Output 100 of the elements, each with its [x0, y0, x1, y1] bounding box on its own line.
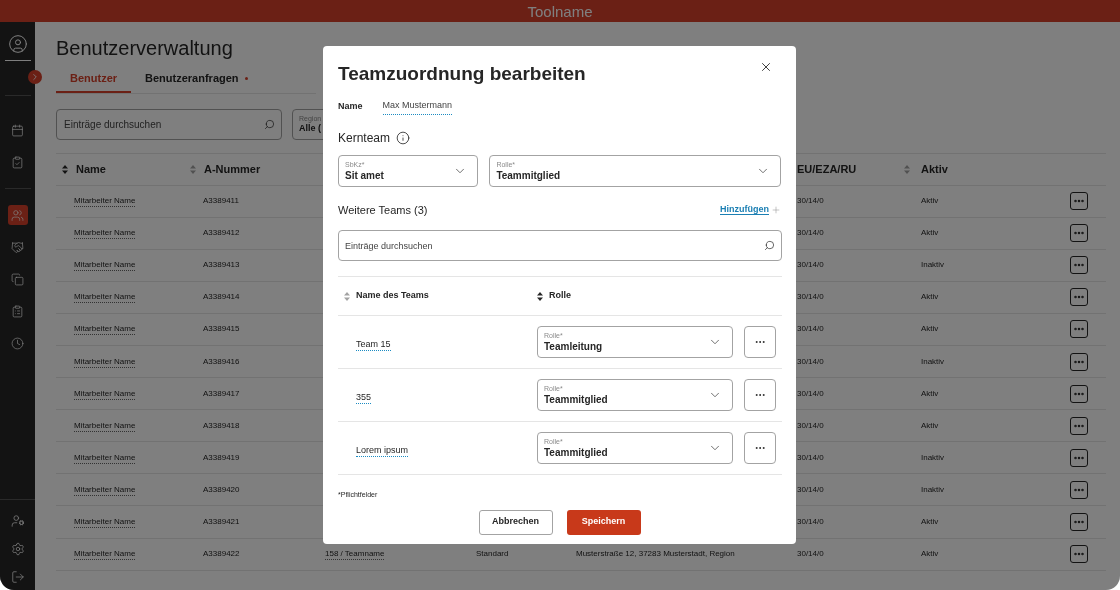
table-cell: 30/14/0	[797, 292, 824, 302]
more-button[interactable]	[1070, 384, 1088, 403]
user-settings-icon[interactable]	[10, 514, 25, 528]
column-header: EU/EZA/RU	[797, 162, 857, 175]
more-button[interactable]	[1070, 320, 1088, 339]
table-cell: Musterstraße 12, 37283 Musterstadt, Region	[576, 549, 735, 559]
table-cell: Aktiv	[921, 324, 939, 334]
name-value[interactable]: Max Mustermann	[382, 99, 453, 115]
team-link[interactable]: Team 15	[356, 339, 391, 351]
table-cell: A3389418	[203, 420, 240, 430]
employee-name-link[interactable]: Mitarbeiter Name	[74, 292, 136, 304]
dialog-title: Teamzuordnung bearbeiten	[338, 62, 586, 86]
table-cell: Aktiv	[921, 549, 939, 559]
employee-name-link[interactable]: Mitarbeiter Name	[74, 420, 136, 432]
more-button[interactable]	[1070, 224, 1088, 243]
section-title: Weitere Teams (3)	[338, 202, 428, 218]
table-cell: 30/14/0	[797, 196, 824, 206]
more-button[interactable]	[1070, 545, 1088, 564]
more-button[interactable]	[1070, 513, 1088, 531]
expand-button[interactable]	[28, 70, 42, 84]
more-button[interactable]	[1070, 352, 1088, 371]
employee-name-link[interactable]: Mitarbeiter Name	[74, 452, 136, 464]
table-cell: 30/14/0	[797, 484, 824, 494]
search-field[interactable]: Einträge durchsuchen	[338, 230, 782, 261]
clock-icon	[11, 336, 24, 350]
clipboard-icon	[11, 304, 24, 318]
save-button[interactable]: Speichern	[566, 509, 641, 535]
handshake-icon	[11, 240, 24, 254]
table-cell: A3389420	[203, 484, 240, 494]
table-cell: A3389414	[203, 292, 240, 302]
more-button[interactable]	[1070, 448, 1088, 467]
column-header: Rolle	[549, 289, 571, 303]
employee-name-link[interactable]: Mitarbeiter Name	[74, 228, 136, 240]
search-field[interactable]: Einträge durchsuchen	[56, 108, 282, 140]
copy-icon	[11, 272, 24, 286]
table-cell: A3389413	[203, 260, 240, 270]
name-label: Name	[338, 100, 363, 113]
employee-name-link[interactable]: Mitarbeiter Name	[74, 324, 136, 336]
section-title: Kernteam	[338, 129, 391, 147]
table-cell: A3389422	[203, 549, 240, 559]
employee-name-link[interactable]: Mitarbeiter Name	[74, 356, 136, 368]
table-cell: Aktiv	[921, 292, 939, 302]
table-cell: 30/14/0	[797, 388, 824, 398]
sort-icon[interactable]	[537, 291, 543, 301]
table-cell: Inaktiv	[921, 484, 945, 494]
table-cell: Standard	[476, 549, 509, 559]
table-cell: 30/14/0	[797, 260, 824, 270]
table-cell: A3389415	[203, 324, 240, 334]
table-cell: 30/14/0	[797, 549, 824, 559]
settings-icon[interactable]	[10, 542, 25, 556]
table-cell: Aktiv	[921, 196, 939, 206]
search-icon	[764, 240, 775, 251]
team-link[interactable]: 158 / Teamname	[325, 549, 385, 561]
user-avatar-icon[interactable]	[7, 34, 28, 54]
more-button[interactable]	[1070, 288, 1088, 307]
table-cell: 30/14/0	[797, 228, 824, 238]
employee-name-link[interactable]: Mitarbeiter Name	[74, 388, 136, 400]
info-icon[interactable]	[396, 130, 411, 145]
people-icon	[11, 208, 24, 222]
table-cell: 30/14/0	[797, 517, 824, 526]
employee-name-link[interactable]: Mitarbeiter Name	[74, 196, 136, 208]
nav-item[interactable]	[7, 205, 28, 225]
employee-name-link[interactable]: Mitarbeiter Name	[74, 549, 136, 561]
employee-name-link[interactable]: Mitarbeiter Name	[74, 260, 136, 272]
table-cell: A3389417	[203, 388, 240, 398]
more-button[interactable]	[1070, 416, 1088, 435]
more-button[interactable]	[1070, 256, 1088, 275]
chevron-right-icon	[30, 72, 40, 82]
more-button[interactable]	[1070, 480, 1088, 499]
table-cell: Inaktiv	[921, 356, 945, 366]
table-cell: 30/14/0	[797, 452, 824, 462]
tab[interactable]: Benutzer	[56, 70, 132, 93]
clipboard-icon	[11, 155, 24, 169]
tab[interactable]: Benutzeranfragen	[131, 70, 262, 93]
team-link[interactable]: Lorem ipsum	[356, 445, 409, 457]
table-cell: A3389412	[203, 228, 240, 238]
table-cell: A3389419	[203, 452, 240, 462]
table-cell: 30/14/0	[797, 420, 824, 430]
column-header: A-Nummer	[204, 161, 261, 177]
column-header: Name	[76, 161, 106, 177]
table-cell: Aktiv	[921, 420, 939, 430]
page-title: Benutzerverwaltung	[56, 36, 234, 60]
employee-name-link[interactable]: Mitarbeiter Name	[74, 517, 136, 528]
table-cell: A3389411	[203, 196, 239, 206]
more-button[interactable]	[1070, 192, 1088, 211]
calendar-icon	[11, 123, 24, 137]
column-header: Name des Teams	[356, 289, 429, 303]
team-link[interactable]: 355	[356, 392, 372, 404]
table-cell: A3389416	[203, 356, 240, 366]
employee-name-link[interactable]: Mitarbeiter Name	[74, 484, 136, 496]
close-icon[interactable]	[759, 60, 773, 74]
add-link[interactable]: Hinzufügen	[720, 203, 781, 217]
cancel-button[interactable]: Abbrechen	[478, 509, 553, 535]
table-cell: Inaktiv	[921, 452, 945, 462]
table-cell: 30/14/0	[797, 324, 824, 334]
table-cell: Inaktiv	[921, 260, 945, 270]
table-cell: A3389421	[203, 517, 240, 526]
table-cell: Aktiv	[921, 388, 939, 398]
table-cell: Aktiv	[921, 228, 939, 238]
app-title: Toolname	[527, 3, 593, 19]
